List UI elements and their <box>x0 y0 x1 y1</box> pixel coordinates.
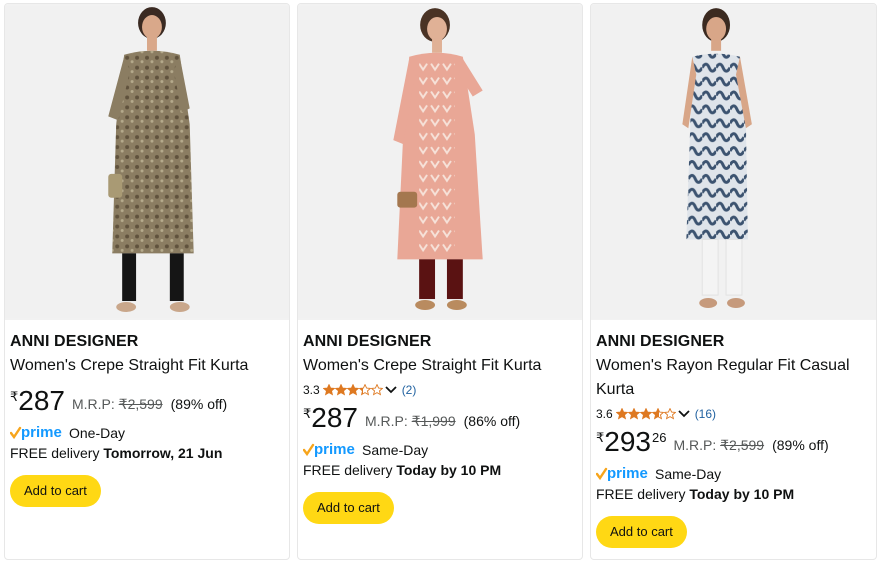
prime-label: prime <box>21 425 62 441</box>
product-title[interactable]: Women's Crepe Straight Fit Kurta <box>10 354 283 378</box>
star-icon <box>639 408 652 420</box>
prime-row: prime One-Day <box>10 423 283 443</box>
product-image[interactable] <box>591 4 876 320</box>
currency-symbol: ₹ <box>10 389 19 404</box>
kurta-product-image <box>591 5 876 319</box>
delivery-text: FREE delivery Today by 10 PM <box>303 460 576 480</box>
star-icon <box>663 408 676 420</box>
star-rating-icon[interactable] <box>322 384 383 396</box>
delivery-text: FREE delivery Today by 10 PM <box>596 484 870 504</box>
delivery-prefix: FREE delivery <box>10 445 100 461</box>
price-whole: 287 <box>18 385 65 416</box>
currency-symbol: ₹ <box>596 430 605 445</box>
price-fraction: 26 <box>652 430 667 445</box>
star-icon <box>334 384 347 396</box>
star-icon <box>358 384 371 396</box>
mrp-label: M.R.P: <box>365 413 408 429</box>
rating-row: 3.6 (16) <box>596 405 870 423</box>
mrp: M.R.P: ₹2,599 <box>673 437 764 454</box>
delivery-date: Today by 10 PM <box>396 462 502 478</box>
price-row: ₹ 293 26 M.R.P: ₹2,599 (89% off) <box>596 427 870 461</box>
prime-speed: One-Day <box>69 425 126 441</box>
price: ₹ 293 26 <box>596 427 666 457</box>
product-card: ANNI DESIGNER Women's Crepe Straight Fit… <box>4 3 290 560</box>
product-card: ANNI DESIGNER Women's Crepe Straight Fit… <box>297 3 583 560</box>
price-whole: 287 <box>311 402 358 433</box>
mrp-label: M.R.P: <box>72 396 115 412</box>
price: ₹ 287 <box>10 386 65 416</box>
mrp: M.R.P: ₹1,999 <box>365 413 456 430</box>
price-whole: 293 <box>604 426 651 457</box>
product-title[interactable]: Women's Crepe Straight Fit Kurta <box>303 354 576 378</box>
price: ₹ 287 <box>303 403 358 433</box>
mrp: M.R.P: ₹2,599 <box>72 396 163 413</box>
rating-value: 3.6 <box>596 407 613 421</box>
brand-name: ANNI DESIGNER <box>10 333 139 350</box>
delivery-date: Today by 10 PM <box>689 486 795 502</box>
kurta-product-image <box>298 5 582 319</box>
currency-symbol: ₹ <box>303 406 312 421</box>
product-image[interactable] <box>5 4 289 320</box>
prime-logo-icon: prime <box>303 442 359 458</box>
discount: (89% off) <box>170 396 228 412</box>
product-title[interactable]: Women's Rayon Regular Fit Casual Kurta <box>596 354 870 402</box>
prime-row: prime Same-Day <box>596 464 870 484</box>
prime-row: prime Same-Day <box>303 440 576 460</box>
add-to-cart-button[interactable]: Add to cart <box>303 492 394 524</box>
price-row: ₹ 287 M.R.P: ₹2,599 (89% off) <box>10 386 283 420</box>
delivery-prefix: FREE delivery <box>303 462 393 478</box>
star-rating-icon[interactable] <box>615 408 676 420</box>
star-icon <box>370 384 383 396</box>
chevron-down-icon[interactable] <box>385 385 397 395</box>
rating-count[interactable]: (2) <box>402 381 417 399</box>
product-info: ANNI DESIGNER Women's Crepe Straight Fit… <box>303 330 576 524</box>
star-icon <box>346 384 359 396</box>
star-icon <box>627 408 640 420</box>
prime-logo-icon: prime <box>596 466 652 482</box>
prime-speed: Same-Day <box>655 466 722 482</box>
delivery-date: Tomorrow, 21 Jun <box>103 445 223 461</box>
rating-value: 3.3 <box>303 383 320 397</box>
star-icon <box>615 408 628 420</box>
price-row: ₹ 287 M.R.P: ₹1,999 (86% off) <box>303 403 576 437</box>
delivery-prefix: FREE delivery <box>596 486 686 502</box>
product-info: ANNI DESIGNER Women's Rayon Regular Fit … <box>596 330 870 548</box>
prime-logo-icon: prime <box>10 425 66 441</box>
star-icon <box>322 384 335 396</box>
discount: (89% off) <box>772 437 829 453</box>
mrp-value: ₹1,999 <box>411 413 456 429</box>
brand-name: ANNI DESIGNER <box>596 333 725 350</box>
product-info: ANNI DESIGNER Women's Crepe Straight Fit… <box>10 330 283 507</box>
star-icon <box>651 408 664 420</box>
kurta-product-image <box>5 5 289 319</box>
rating-row: 3.3 (2) <box>303 381 576 399</box>
chevron-down-icon[interactable] <box>678 409 690 419</box>
prime-label: prime <box>314 442 355 458</box>
product-card: ANNI DESIGNER Women's Rayon Regular Fit … <box>590 3 877 560</box>
rating-count[interactable]: (16) <box>695 405 716 423</box>
product-image[interactable] <box>298 4 582 320</box>
delivery-text: FREE delivery Tomorrow, 21 Jun <box>10 443 283 463</box>
add-to-cart-button[interactable]: Add to cart <box>596 516 687 548</box>
mrp-value: ₹2,599 <box>720 437 765 453</box>
mrp-value: ₹2,599 <box>118 396 163 412</box>
search-results-grid: ANNI DESIGNER Women's Crepe Straight Fit… <box>0 0 880 563</box>
add-to-cart-button[interactable]: Add to cart <box>10 475 101 507</box>
discount: (86% off) <box>463 413 521 429</box>
prime-label: prime <box>607 466 648 482</box>
prime-speed: Same-Day <box>362 442 429 458</box>
mrp-label: M.R.P: <box>673 437 717 453</box>
brand-name: ANNI DESIGNER <box>303 333 432 350</box>
